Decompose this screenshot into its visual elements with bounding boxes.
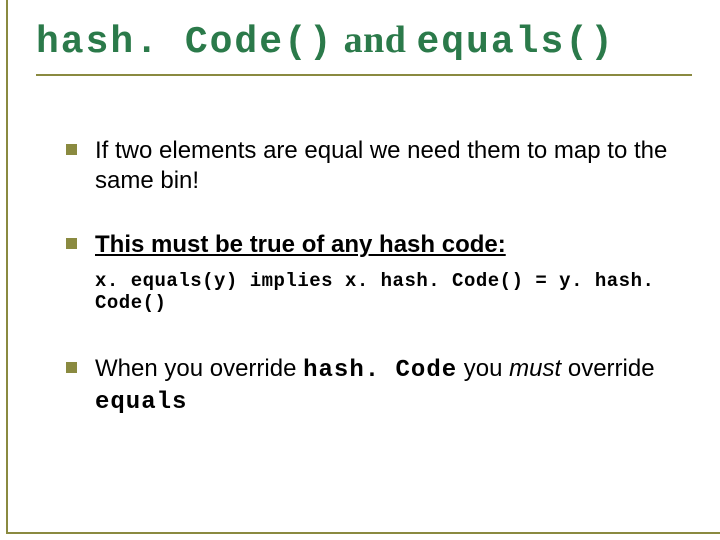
title-container: hash. Code() and equals() [36, 18, 692, 76]
title-code-1: hash. Code() [36, 21, 334, 64]
bullet-icon [66, 238, 77, 249]
bullet-item: When you override hash. Code you must ov… [66, 354, 672, 418]
bullet-icon [66, 144, 77, 155]
bullet-text-2: This must be true of any hash code: [95, 230, 506, 260]
content-area: If two elements are equal we need them t… [36, 136, 692, 418]
bullet3-code2: equals [95, 389, 187, 416]
bullet-item: This must be true of any hash code: [66, 230, 672, 260]
bullet-item: If two elements are equal we need them t… [66, 136, 672, 196]
bullet3-code1: hash. Code [303, 357, 457, 384]
title-code-2: equals() [416, 21, 614, 64]
title-connector: and [334, 19, 417, 61]
bullet3-post: override [561, 355, 654, 382]
bullet-text-3: When you override hash. Code you must ov… [95, 354, 672, 418]
bullet3-pre: When you override [95, 355, 303, 382]
slide-title: hash. Code() and equals() [36, 18, 692, 64]
bullet-text-1: If two elements are equal we need them t… [95, 136, 672, 196]
bullet-underlined: This must be true of any hash code: [95, 231, 506, 258]
bullet3-mid: you [457, 355, 509, 382]
slide: hash. Code() and equals() If two element… [6, 0, 720, 534]
bullet-icon [66, 362, 77, 373]
bullet3-ital: must [509, 355, 561, 382]
code-example: x. equals(y) implies x. hash. Code() = y… [95, 270, 672, 314]
